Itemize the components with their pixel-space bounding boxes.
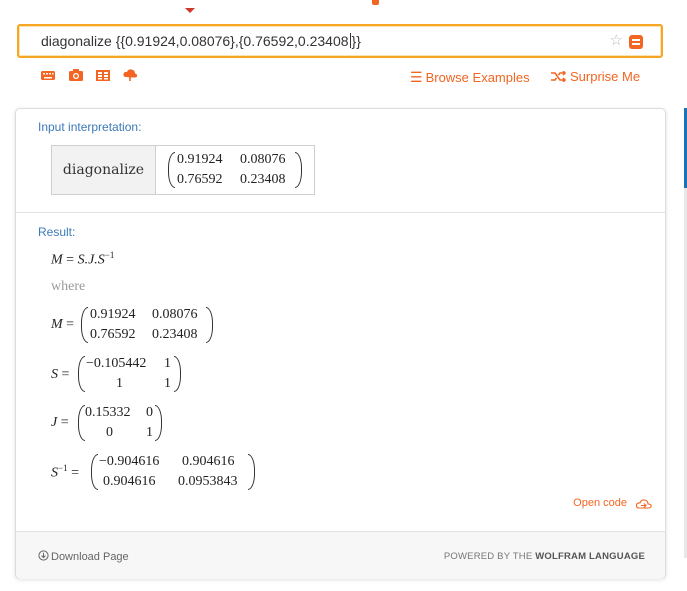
- matrix-cell: 0: [106, 425, 113, 440]
- s-label: S =: [51, 367, 70, 382]
- search-bar[interactable]: diagonalize {{0.91924,0.08076},{0.76592,…: [17, 24, 663, 58]
- browse-examples-label: Browse Examples: [425, 70, 530, 85]
- where-label: where: [51, 279, 86, 294]
- matrix-cell: 1: [164, 356, 171, 371]
- open-code-icon[interactable]: [635, 497, 653, 509]
- card-footer: Download Page POWERED BY THE WOLFRAM LAN…: [16, 531, 665, 579]
- formula-lhs: M: [51, 252, 63, 268]
- matrix-cell: 1: [146, 425, 153, 440]
- download-icon: [38, 550, 49, 561]
- results-card: Input interpretation: diagonalize 0.9192…: [15, 108, 666, 579]
- top-decoration: [185, 0, 195, 13]
- matrix-cell: 0.904616: [182, 454, 235, 469]
- formula-superscript: −1: [104, 250, 115, 260]
- input-matrix: 0.91924 0.08076 0.76592 0.23408: [168, 152, 302, 188]
- m-label: M =: [51, 317, 75, 332]
- list-icon: ☰: [410, 69, 423, 85]
- upload-icon[interactable]: [122, 68, 138, 82]
- matrix-cell: 1: [164, 376, 171, 391]
- matrix-cell: 0.76592: [177, 172, 223, 187]
- matrix-cell: 0.0953843: [178, 474, 238, 489]
- download-page-link[interactable]: Download Page: [38, 550, 129, 563]
- powered-brand: WOLFRAM LANGUAGE: [535, 551, 645, 562]
- search-query-tail: }}: [351, 33, 361, 49]
- formula-rhs: S.J.S: [77, 252, 105, 268]
- surprise-me-label: Surprise Me: [570, 69, 641, 84]
- shuffle-icon: [550, 70, 567, 83]
- browse-examples-link[interactable]: ☰ Browse Examples: [410, 69, 530, 86]
- s-inverse-matrix: −0.904616 0.904616 0.904616 0.0953843: [91, 454, 255, 490]
- input-interpretation-title: Input interpretation:: [38, 120, 142, 134]
- surprise-me-link[interactable]: Surprise Me: [550, 69, 640, 84]
- table-icon[interactable]: [95, 68, 111, 82]
- matrix-cell: 0.904616: [103, 474, 156, 489]
- formula-equals: =: [66, 252, 75, 268]
- matrix-cell: 0: [146, 405, 153, 420]
- input-interpretation-box: diagonalize 0.91924 0.08076 0.76592 0.23…: [51, 145, 315, 195]
- camera-icon[interactable]: [68, 68, 84, 82]
- matrix-cell: 0.23408: [240, 172, 286, 187]
- compute-button[interactable]: [629, 35, 643, 49]
- powered-prefix: POWERED BY THE: [443, 551, 533, 562]
- keyboard-icon[interactable]: [40, 68, 56, 82]
- download-page-label: Download Page: [51, 551, 129, 563]
- result-formula: M = S.J.S−1: [51, 250, 114, 269]
- open-code-link[interactable]: Open code: [573, 497, 627, 509]
- j-label: J =: [51, 415, 69, 430]
- matrix-cell: 0.23408: [152, 327, 198, 342]
- top-decoration-bar: [372, 0, 379, 5]
- interpretation-matrix: 0.91924 0.08076 0.76592 0.23408: [156, 146, 314, 194]
- powered-by-wolfram[interactable]: POWERED BY THE WOLFRAM LANGUAGE: [444, 551, 645, 562]
- matrix-cell: 0.91924: [90, 307, 136, 322]
- result-title: Result:: [38, 225, 76, 239]
- matrix-cell: −0.904616: [99, 454, 160, 469]
- matrix-cell: 1: [116, 376, 123, 391]
- star-icon[interactable]: ☆: [610, 31, 623, 49]
- s-inverse-label: S−1 =: [51, 463, 79, 481]
- matrix-cell: 0.76592: [90, 327, 136, 342]
- matrix-cell: 0.15332: [85, 405, 131, 420]
- s-matrix: −0.105442 1 1 1: [78, 356, 181, 392]
- text-caret: [349, 33, 351, 48]
- m-matrix: 0.91924 0.08076 0.76592 0.23408: [81, 307, 213, 343]
- matrix-cell: −0.105442: [86, 356, 147, 371]
- matrix-cell: 0.08076: [152, 307, 198, 322]
- search-input[interactable]: diagonalize {{0.91924,0.08076},{0.76592,…: [41, 33, 361, 49]
- j-matrix: 0.15332 0 0 1: [78, 405, 162, 441]
- matrix-cell: 0.91924: [177, 152, 223, 167]
- matrix-cell: 0.08076: [240, 152, 286, 167]
- search-query-text: diagonalize {{0.91924,0.08076},{0.76592,…: [41, 33, 349, 49]
- interpretation-operation: diagonalize: [52, 146, 156, 194]
- pod-divider: [16, 212, 665, 213]
